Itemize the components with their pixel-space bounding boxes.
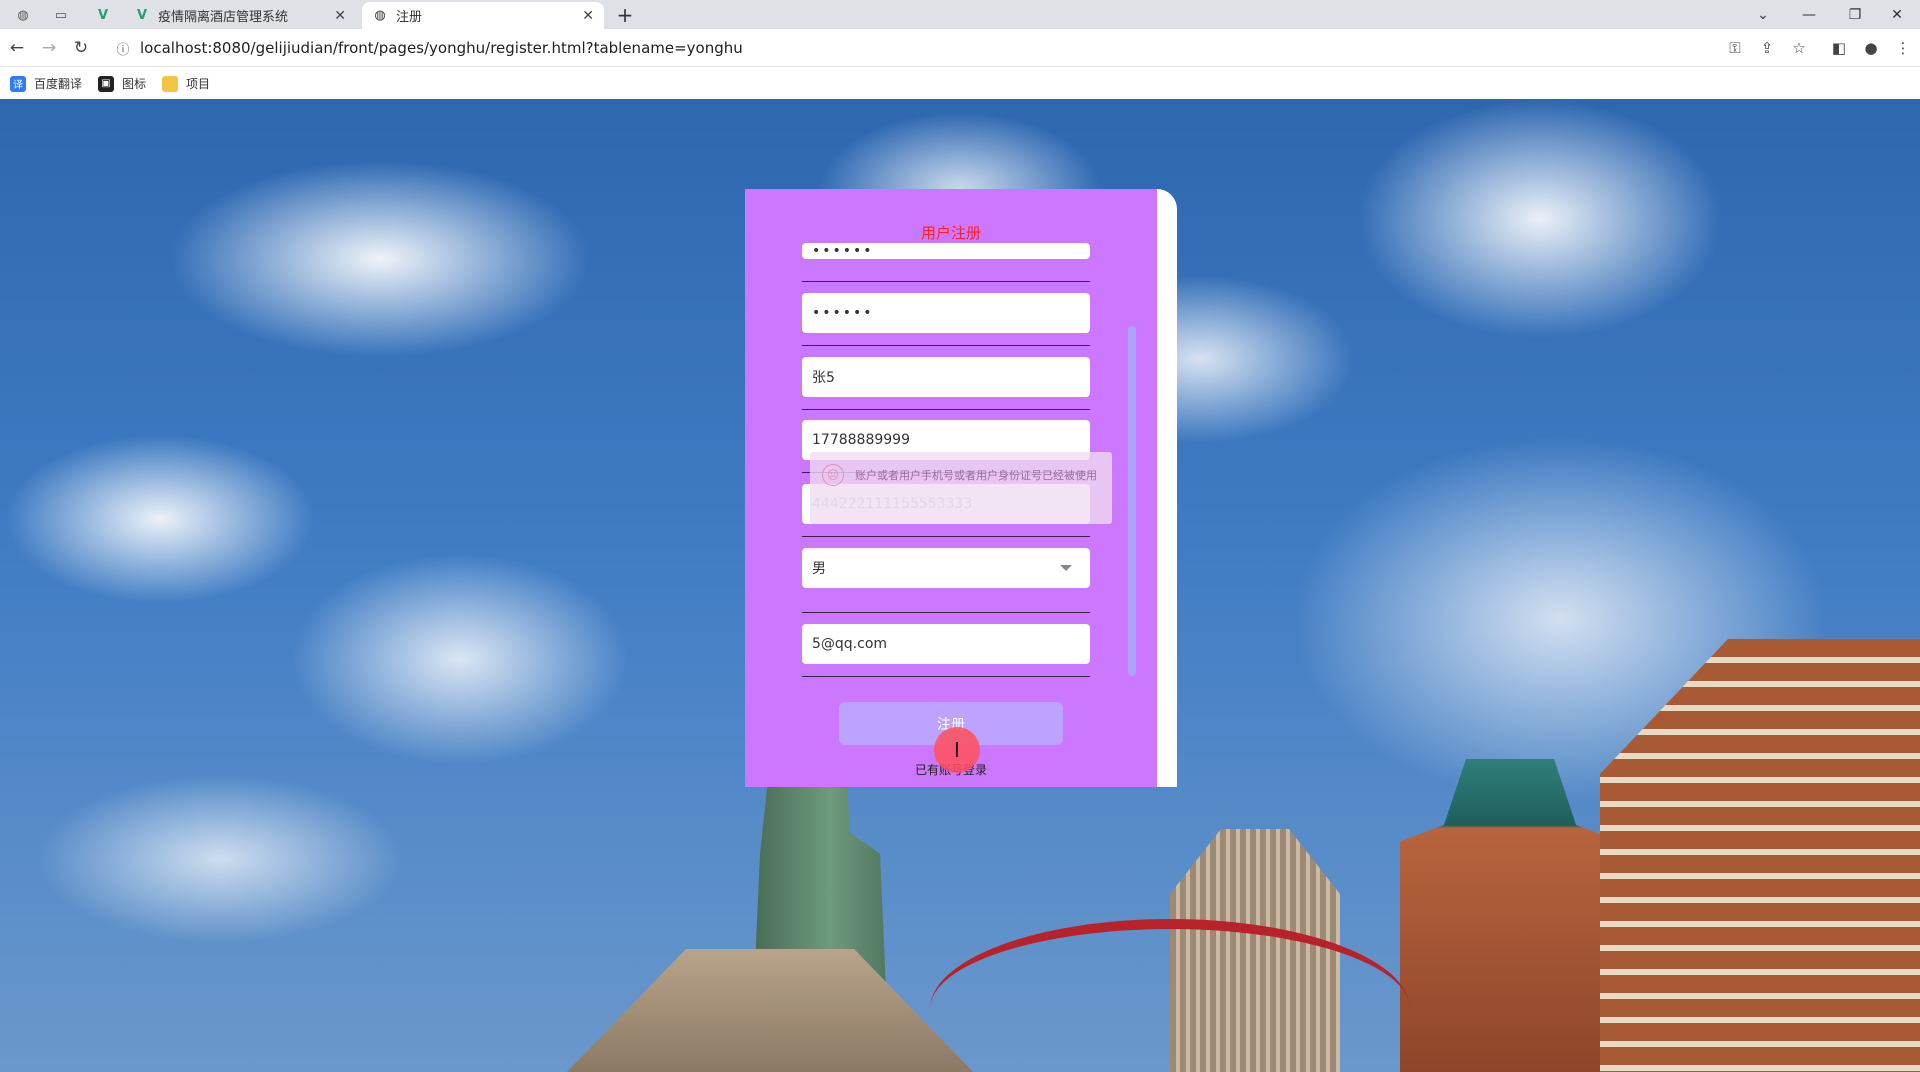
error-toast: ☹ 账户或者用户手机号或者用户身份证号已经被使用 (810, 452, 1112, 524)
close-icon[interactable]: ✕ (582, 8, 594, 24)
blank-tab-icon[interactable]: ▭ (48, 4, 74, 26)
sad-face-icon: ☹ (822, 464, 844, 486)
pedestal-image (560, 949, 980, 1072)
translate-icon: 译 (10, 75, 26, 92)
bookmark-baidu-translate[interactable]: 译 百度翻译 (10, 75, 82, 92)
bookmark-label: 百度翻译 (34, 77, 83, 91)
close-window-button[interactable]: ✕ (1874, 0, 1920, 29)
email-field[interactable]: 5@qq.com (802, 624, 1090, 664)
divider (802, 281, 1090, 282)
gender-value: 男 (812, 561, 826, 577)
tab-strip: ◍ ▭ V V 疫情隔离酒店管理系统 ✕ ◍ 注册 ✕ + ⌄ — ❐ ✕ (0, 0, 1920, 29)
browser-chrome: ◍ ▭ V V 疫情隔离酒店管理系统 ✕ ◍ 注册 ✕ + ⌄ — ❐ ✕ ← … (0, 0, 1920, 99)
name-field[interactable]: 张5 (802, 357, 1090, 397)
new-tab-button[interactable]: + (612, 2, 638, 28)
info-icon[interactable]: ⓘ (110, 39, 136, 58)
gender-select[interactable]: 男 (802, 548, 1090, 588)
bookmark-project[interactable]: 项目 (162, 75, 210, 92)
divider (802, 345, 1090, 346)
restore-button[interactable]: ❐ (1832, 0, 1878, 29)
password-field[interactable]: •••••• (802, 243, 1090, 259)
castle-image (1400, 759, 1620, 1072)
minimize-button[interactable]: — (1786, 0, 1832, 29)
bookmark-label: 项目 (186, 77, 211, 91)
form-card-edge (1157, 189, 1177, 787)
tab-title: 疫情隔离酒店管理系统 (158, 10, 289, 25)
share-icon[interactable]: ⇪ (1756, 37, 1778, 59)
divider (802, 612, 1090, 613)
form-title: 用户注册 (920, 224, 981, 242)
bookmark-icons[interactable]: ▣ 图标 (98, 75, 146, 92)
bookmarks-bar: 译 百度翻译 ▣ 图标 项目 (0, 68, 1920, 99)
reload-icon[interactable]: ↻ (70, 37, 92, 59)
divider (802, 409, 1090, 410)
url-text[interactable]: localhost:8080/gelijiudian/front/pages/y… (140, 39, 743, 57)
back-icon[interactable]: ← (6, 37, 28, 59)
toast-message: 账户或者用户手机号或者用户身份证号已经被使用 (855, 469, 1097, 482)
brick-building-image (1600, 639, 1920, 1072)
divider (802, 536, 1090, 537)
star-icon[interactable]: ☆ (1788, 37, 1810, 59)
tab-register[interactable]: ◍ 注册 ✕ (362, 2, 604, 29)
tab-title: 注册 (396, 10, 423, 25)
image-icon: ▣ (98, 75, 115, 92)
tab-hotel-system[interactable]: V 疫情隔离酒店管理系统 ✕ (124, 2, 356, 29)
address-bar-row: ← → ↻ ⓘ localhost:8080/gelijiudian/front… (0, 29, 1920, 67)
menu-icon[interactable]: ⋮ (1892, 37, 1914, 59)
folder-icon (162, 75, 179, 92)
sidepanel-icon[interactable]: ◧ (1828, 37, 1850, 59)
chevron-down-icon (1060, 565, 1072, 571)
key-icon[interactable]: ⚿ (1724, 37, 1746, 59)
profile-icon[interactable]: ● (1860, 37, 1882, 59)
text-cursor-icon: I (934, 727, 980, 773)
divider (802, 676, 1090, 677)
vue-icon: V (136, 8, 148, 23)
vue-icon[interactable]: V (90, 4, 116, 26)
confirm-password-field[interactable]: •••••• (802, 293, 1090, 333)
globe-icon[interactable]: ◍ (10, 4, 36, 26)
omnibox[interactable]: ⓘ localhost:8080/gelijiudian/front/pages… (106, 33, 1746, 63)
forward-icon[interactable]: → (38, 37, 60, 59)
form-scrollbar[interactable] (1128, 326, 1136, 676)
tab-search-icon[interactable]: ⌄ (1740, 0, 1786, 29)
close-icon[interactable]: ✕ (334, 8, 346, 24)
globe-icon: ◍ (374, 8, 386, 23)
bookmark-label: 图标 (122, 77, 147, 91)
